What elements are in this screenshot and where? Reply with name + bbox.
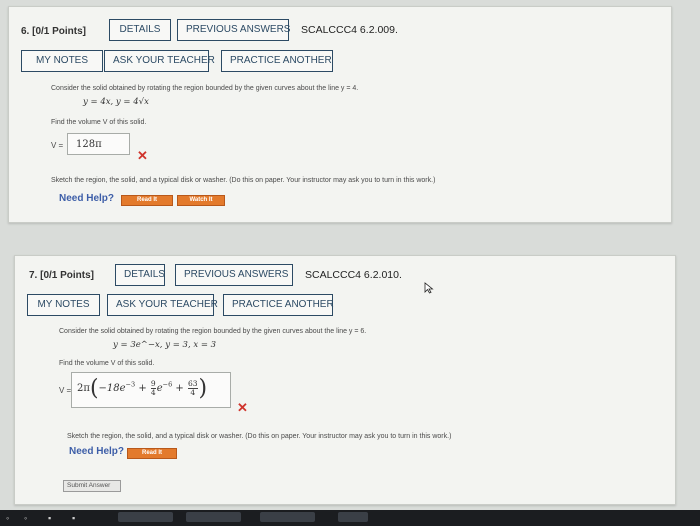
q6-answer-input[interactable]: 128π [67,133,130,155]
taskbar-icon-3[interactable]: ▪ [48,513,51,523]
q6-find-text: Find the volume V of this solid. [51,119,147,126]
q7-answer-coefficient: 2π [77,383,90,394]
q7-submit-answer-button[interactable]: Submit Answer [63,480,121,492]
q7-answer-term1: −18e [98,383,126,394]
q6-ask-teacher-button[interactable]: ASK YOUR TEACHER [104,50,215,72]
q7-v-label: V = [59,386,72,395]
q6-v-label: V = [51,141,64,150]
q6-details-button[interactable]: DETAILS [109,19,171,41]
q7-answer-plus1: + [138,383,147,394]
taskbar-icon-1[interactable]: ◦ [6,513,9,523]
q7-details-button[interactable]: DETAILS [115,264,165,286]
q6-question-text: Consider the solid obtained by rotating … [51,85,359,92]
q7-read-it-button[interactable]: Read It [127,448,177,459]
mouse-cursor-icon [424,282,434,294]
taskbar-window-4[interactable] [338,512,368,522]
q7-sketch-text: Sketch the region, the solid, and a typi… [67,433,452,440]
q7-question-text: Consider the solid obtained by rotating … [59,328,367,335]
q7-curves: y = 3e^−x, y = 3, x = 3 [113,340,217,350]
taskbar-icon-4[interactable]: ▪ [72,513,75,523]
q6-reference: SCALCCC4 6.2.009. [301,24,398,36]
taskbar: ◦ ◦ ▪ ▪ [0,510,700,526]
q7-answer-input[interactable]: 2π(−18e−3 + 9 4 e−6 + 63 4) [71,372,231,408]
q7-answer-plus2: + [175,383,184,394]
q6-curves: y = 4x, y = 4√x [83,97,149,107]
q7-need-help-label: Need Help? [69,446,125,457]
q7-previous-answers-button[interactable]: PREVIOUS ANSWERS [175,264,293,286]
taskbar-icon-2[interactable]: ◦ [24,513,27,523]
q7-answer-term2-exp: −6 [162,380,173,389]
q7-incorrect-icon: ✕ [237,400,248,415]
q7-points-label: 7. [0/1 Points] [29,270,95,281]
q7-answer-fraction1: 94 [150,379,156,397]
taskbar-window-1[interactable] [118,512,173,522]
q6-sketch-text: Sketch the region, the solid, and a typi… [51,177,436,184]
q7-practice-another-button[interactable]: PRACTICE ANOTHER [223,294,334,316]
q7-my-notes-button[interactable]: MY NOTES [27,294,100,316]
q6-watch-it-button[interactable]: Watch It [177,195,225,206]
taskbar-window-2[interactable] [186,512,241,522]
q7-answer-fraction2: 63 4 [187,379,198,397]
q6-points-label: 6. [0/1 Points] [21,26,87,37]
q6-previous-answers-button[interactable]: PREVIOUS ANSWERS [177,19,290,41]
q7-ask-teacher-button[interactable]: ASK YOUR TEACHER [107,294,218,316]
q6-incorrect-icon: ✕ [137,148,148,163]
q6-need-help-label: Need Help? [59,193,115,204]
q6-read-it-button[interactable]: Read It [121,195,173,206]
q6-practice-another-button[interactable]: PRACTICE ANOTHER [221,50,333,72]
question-7-card: 7. [0/1 Points] DETAILS PREVIOUS ANSWERS… [14,255,676,505]
taskbar-window-3[interactable] [260,512,315,522]
q7-answer-term1-exp: −3 [125,380,136,389]
q6-my-notes-button[interactable]: MY NOTES [21,50,103,72]
q7-find-text: Find the volume V of this solid. [59,360,155,367]
question-6-card: 6. [0/1 Points] DETAILS PREVIOUS ANSWERS… [8,6,672,223]
q7-reference: SCALCCC4 6.2.010. [305,269,402,281]
